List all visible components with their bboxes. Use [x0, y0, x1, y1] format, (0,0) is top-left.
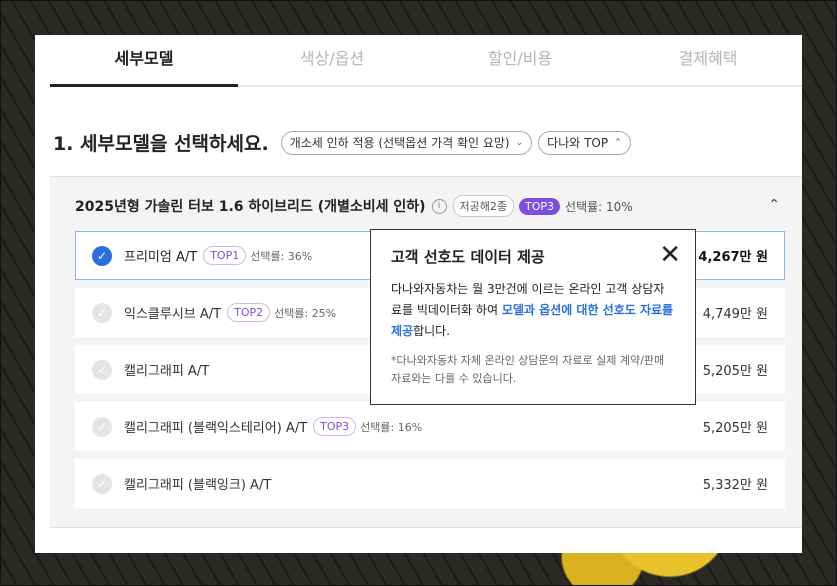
tab-detail-model[interactable]: 세부모델: [50, 35, 238, 87]
heading-row: 1. 세부모델을 선택하세요. 개소세 인하 적용 (선택옵션 가격 확인 요망…: [53, 129, 637, 156]
popover-note: *다나와자동차 자체 온라인 상담문의 자료로 실제 계약/판매 자료와는 다를…: [391, 354, 665, 385]
tax-filter-dropdown[interactable]: 개소세 인하 적용 (선택옵션 가격 확인 요망) ⌄: [280, 130, 533, 155]
chevron-up-icon[interactable]: ⌃: [768, 197, 780, 213]
trim-price: 5,332만 원: [702, 478, 768, 493]
tab-color-option[interactable]: 색상/옵션: [238, 35, 426, 85]
tax-filter-label: 개소세 인하 적용 (선택옵션 가격 확인 요망): [289, 136, 510, 150]
section-heading: 1. 세부모델을 선택하세요.: [53, 133, 269, 155]
trim-row[interactable]: ✓ 캘리그래피 (블랙잉크) A/T 5,332만 원: [75, 459, 785, 508]
trim-name: 프리미엄 A/T: [124, 250, 198, 265]
step-tabs: 세부모델 색상/옵션 할인/비용 결제혜택: [50, 35, 802, 87]
check-icon[interactable]: ✓: [92, 302, 112, 323]
emission-badge: 저공해2종: [452, 195, 515, 217]
popover-body-end: 합니다.: [413, 324, 451, 338]
top-badge: TOP1: [203, 246, 247, 265]
selection-rate: 선택률: 36%: [250, 249, 313, 263]
top-badge: TOP2: [227, 303, 271, 322]
check-icon[interactable]: ✓: [92, 473, 112, 494]
trim-price: 5,205만 원: [702, 421, 768, 436]
trim-name: 캘리그래피 (블랙익스테리어) A/T: [124, 421, 308, 436]
check-icon[interactable]: ✓: [92, 416, 112, 437]
popover-body: 다나와자동차는 월 3만건에 이르는 온라인 고객 상담자료를 빅데이터화 하여…: [391, 279, 675, 342]
selection-rate: 선택률: 16%: [360, 420, 423, 434]
chevron-down-icon: ⌄: [515, 137, 524, 148]
top-filter-label: 다나와 TOP: [547, 136, 609, 150]
trim-price: 4,267만 원: [698, 250, 768, 265]
tab-payment-benefit[interactable]: 결제혜택: [614, 35, 802, 85]
top-badge: TOP3: [313, 417, 357, 436]
trim-name: 캘리그래피 A/T: [124, 364, 210, 379]
selection-rate: 선택률: 25%: [274, 306, 337, 320]
trim-group-title: 2025년형 가솔린 터보 1.6 하이브리드 (개별소비세 인하): [75, 199, 426, 215]
tab-discount-cost[interactable]: 할인/비용: [426, 35, 614, 85]
top-badge: TOP3: [519, 197, 561, 215]
preference-data-popover: 고객 선호도 데이터 제공 ✕ 다나와자동차는 월 3만건에 이르는 온라인 고…: [370, 229, 696, 405]
top-filter-dropdown[interactable]: 다나와 TOP ⌃: [538, 130, 631, 155]
trim-name: 익스클루시브 A/T: [124, 307, 222, 322]
trim-price: 5,205만 원: [702, 364, 768, 379]
check-icon[interactable]: ✓: [92, 359, 112, 380]
check-icon[interactable]: ✓: [92, 245, 112, 266]
trim-price: 4,749만 원: [702, 307, 768, 322]
trim-name: 캘리그래피 (블랙잉크) A/T: [124, 478, 272, 493]
trim-row[interactable]: ✓ 캘리그래피 (블랙익스테리어) A/T TOP3 선택률: 16% 5,20…: [75, 402, 785, 451]
popover-title: 고객 선호도 데이터 제공: [391, 248, 545, 266]
chevron-up-icon: ⌃: [614, 137, 622, 148]
close-icon[interactable]: ✕: [659, 242, 681, 268]
info-icon[interactable]: i: [431, 198, 447, 214]
selection-rate: 선택률: 10%: [565, 199, 633, 214]
trim-group-header[interactable]: 2025년형 가솔린 터보 1.6 하이브리드 (개별소비세 인하) i 저공해…: [75, 195, 633, 217]
